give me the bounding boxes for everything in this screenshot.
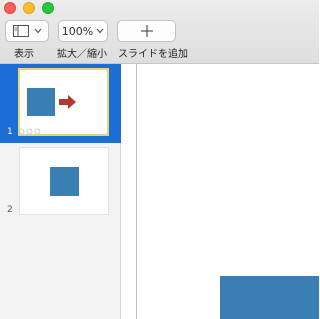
zoom-window-button[interactable] xyxy=(42,2,54,14)
slide-thumbnail-row-2[interactable]: 2 xyxy=(0,143,121,223)
chevron-down-icon xyxy=(96,28,104,34)
close-window-button[interactable] xyxy=(4,2,16,14)
sidebar-layout-icon xyxy=(12,25,29,37)
zoom-button[interactable]: 100% xyxy=(58,20,108,42)
slide-thumbnail[interactable] xyxy=(18,68,109,136)
view-label: 表示 xyxy=(14,49,34,60)
view-button[interactable] xyxy=(5,20,49,42)
chevron-down-icon xyxy=(34,28,41,34)
zoom-label: 拡大／縮小 xyxy=(57,49,107,60)
square-shape xyxy=(27,88,55,116)
plus-icon xyxy=(140,25,153,37)
add-slide-label: スライドを追加 xyxy=(118,49,188,60)
add-slide-button[interactable] xyxy=(117,20,176,42)
canvas-square-shape[interactable] xyxy=(220,276,319,319)
zoom-value: 100% xyxy=(61,24,94,38)
arrow-shape xyxy=(59,95,76,109)
slide-thumbnail-row-1[interactable]: 1 xyxy=(0,64,121,143)
toolbar: 表示 100% 拡大／縮小 スライドを追加 xyxy=(0,0,319,64)
slide-number: 2 xyxy=(7,205,13,215)
slide-navigator: 1 2 xyxy=(0,64,121,319)
square-shape xyxy=(50,167,79,196)
slide-number: 1 xyxy=(7,127,13,137)
slide-thumbnail[interactable] xyxy=(19,147,109,215)
minimize-window-button[interactable] xyxy=(23,2,35,14)
build-dots-icon xyxy=(18,128,41,135)
canvas-divider xyxy=(136,64,137,319)
